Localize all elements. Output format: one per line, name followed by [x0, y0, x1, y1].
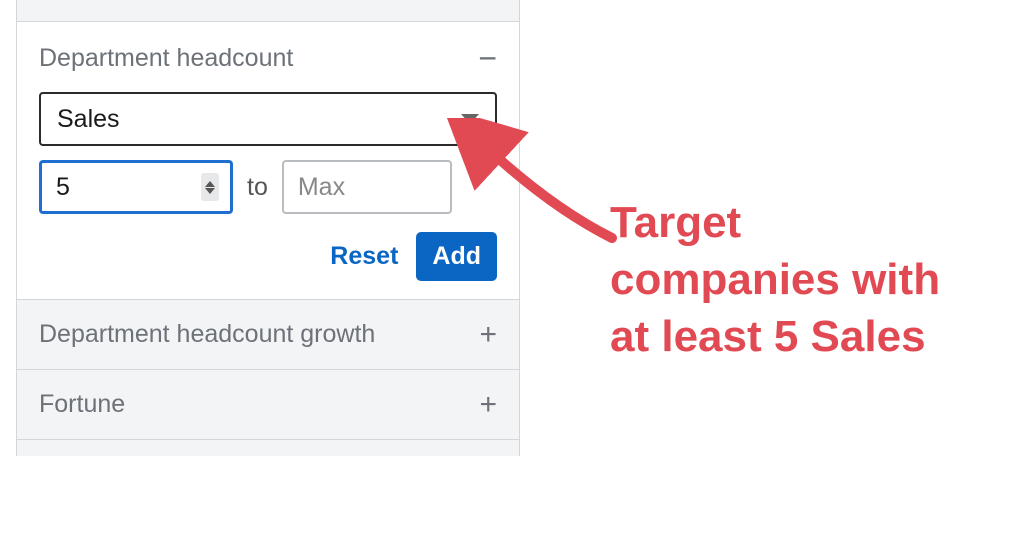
expand-icon: +: [479, 318, 497, 352]
filter-section-headcount: Department headcount − Sales to Reset Ad…: [16, 22, 520, 300]
chevron-down-icon: [461, 114, 479, 124]
stepper-down-icon[interactable]: [205, 188, 215, 194]
max-input-wrap: [282, 160, 452, 214]
min-input-wrap: [39, 160, 233, 214]
select-value: Sales: [57, 105, 120, 134]
panel-bottom-spacer: [16, 440, 520, 456]
section-title: Department headcount: [39, 44, 293, 73]
reset-button[interactable]: Reset: [326, 234, 402, 279]
panel-top-spacer: [16, 0, 520, 22]
max-input[interactable]: [282, 160, 452, 214]
collapse-icon[interactable]: −: [478, 42, 497, 74]
range-connector: to: [247, 173, 268, 202]
range-row: to: [39, 160, 497, 214]
annotation-text: Target companies with at least 5 Sales: [610, 194, 970, 366]
filter-section-fortune[interactable]: Fortune +: [16, 370, 520, 440]
actions-row: Reset Add: [39, 232, 497, 281]
add-button[interactable]: Add: [416, 232, 497, 281]
number-stepper[interactable]: [201, 173, 219, 201]
filter-panel: Department headcount − Sales to Reset Ad…: [16, 0, 520, 456]
section-header: Department headcount −: [39, 42, 497, 74]
filter-section-headcount-growth[interactable]: Department headcount growth +: [16, 300, 520, 370]
section-title: Fortune: [39, 390, 125, 419]
expand-icon: +: [479, 388, 497, 422]
department-select[interactable]: Sales: [39, 92, 497, 146]
section-title: Department headcount growth: [39, 320, 375, 349]
stepper-up-icon[interactable]: [205, 181, 215, 187]
